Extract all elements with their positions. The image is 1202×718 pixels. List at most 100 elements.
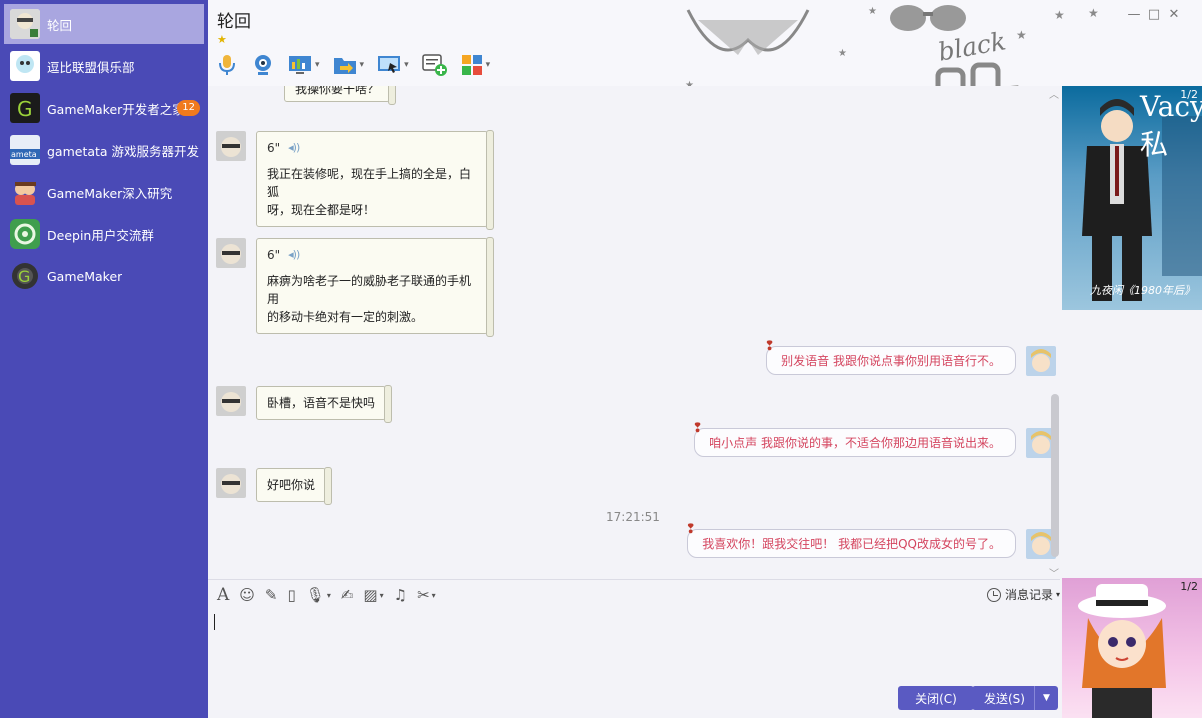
- unread-badge: 12: [177, 100, 200, 116]
- sidebar-item-label: Deepin用户交流群: [47, 227, 154, 243]
- screenshot-button[interactable]: ✂ ▾: [417, 586, 436, 604]
- sidebar-item-label: gametata 游戏服务器开发: [47, 143, 200, 159]
- text-cursor: [214, 614, 215, 630]
- message-list: 我操你要干啥？ 6" ◂)) 我正在装修呢，现在手上搞的全是，白狐 呀，现在全都…: [208, 86, 1064, 580]
- message-text: 的移动卡绝对有一定的刺激。: [267, 310, 424, 324]
- voice-message-bubble[interactable]: 6" ◂)) 麻痹为啥老子一的威胁老子联通的手机用 的移动卡绝对有一定的刺激。: [256, 237, 494, 337]
- voice-message-button[interactable]: 🎙 ▾: [306, 586, 331, 604]
- apps-icon: [461, 55, 482, 75]
- avatar[interactable]: [1026, 346, 1056, 376]
- sidebar-item-gametata[interactable]: ameta gametata 游戏服务器开发: [4, 130, 204, 170]
- message-incoming: 我操你要干啥？: [216, 86, 397, 105]
- send-options-chevron-icon[interactable]: ▼: [1034, 686, 1058, 710]
- message-input[interactable]: [208, 610, 1060, 682]
- chat-title: 轮回: [217, 12, 251, 32]
- send-button[interactable]: 发送(S) ▼: [972, 686, 1058, 710]
- sidebar-item-label: 轮回: [47, 17, 73, 33]
- font-button[interactable]: A: [217, 585, 229, 605]
- emoji-button[interactable]: ☺: [239, 586, 255, 604]
- message-bubble: 我操你要干啥？: [284, 86, 397, 105]
- svg-text:G: G: [18, 267, 30, 286]
- sidebar-item-label: GameMaker: [47, 268, 123, 284]
- scroll-up-icon[interactable]: ︿: [1049, 86, 1059, 101]
- favorite-star-icon[interactable]: ★: [217, 33, 227, 46]
- folder-icon: [333, 58, 356, 74]
- decoration-star-icon: ★: [1088, 6, 1099, 20]
- video-call-button[interactable]: [251, 53, 275, 77]
- sidebar-item-deepin[interactable]: Deepin用户交流群: [4, 214, 204, 254]
- message-bubble[interactable]: ❢ 别发语音 我跟你说点事你别用语音行不。: [764, 339, 1016, 375]
- clock-icon: [986, 587, 1001, 602]
- music-button[interactable]: ♫: [394, 586, 407, 604]
- decoration-star-icon: ★: [1054, 8, 1065, 22]
- avatar: [10, 51, 40, 81]
- avatar[interactable]: [216, 238, 246, 268]
- avatar[interactable]: [216, 386, 246, 416]
- message-text: 我喜欢你！跟我交往吧！ 我都已经把QQ改成女的号了。: [702, 537, 1001, 551]
- message-bubble[interactable]: ❢ 我喜欢你！跟我交往吧！ 我都已经把QQ改成女的号了。: [685, 522, 1016, 558]
- message-outgoing: ❢ 咱小点声 我跟你说的事，不适合你那边用语音说出来。: [692, 421, 1056, 458]
- sidebar-item-label: 逗比联盟俱乐部: [47, 59, 135, 75]
- remote-desktop-button[interactable]: ▾: [377, 54, 409, 76]
- message-text: 卧槽，语音不是快吗: [267, 396, 376, 410]
- avatar: [10, 9, 40, 39]
- sound-wave-icon: ◂)): [288, 248, 300, 261]
- minimize-button[interactable]: —: [1124, 8, 1144, 24]
- sidebar-item-doubi[interactable]: 逗比联盟俱乐部: [4, 46, 204, 86]
- message-bubble[interactable]: 卧槽，语音不是快吗: [256, 385, 393, 423]
- chevron-down-icon: ▾: [431, 590, 436, 600]
- window-controls: — □ ✕: [1124, 8, 1184, 24]
- pin-icon: ❢: [685, 522, 697, 537]
- magazine-card[interactable]: Vacy私 1/2 九夜闲《1980年后》: [1062, 86, 1202, 310]
- new-discussion-button[interactable]: [421, 54, 448, 76]
- svg-text:ameta: ameta: [11, 150, 37, 159]
- sidebar-item-gamemaker[interactable]: G GameMaker: [4, 256, 204, 296]
- message-timestamp: 17:21:51: [606, 510, 660, 524]
- shake-button[interactable]: ✎: [265, 586, 278, 604]
- message-history-button[interactable]: 消息记录 ▾: [986, 586, 1060, 603]
- avatar: ameta: [10, 135, 40, 165]
- camera-icon: [255, 55, 271, 75]
- message-bubble[interactable]: ❢ 咱小点声 我跟你说的事，不适合你那边用语音说出来。: [692, 421, 1016, 457]
- frame-icon: ▯: [287, 586, 296, 604]
- image-button[interactable]: ▨ ▾: [363, 586, 383, 604]
- screen-share-button[interactable]: ▾: [288, 54, 320, 76]
- decoration-star-icon: ★: [1016, 28, 1027, 42]
- apps-button[interactable]: ▾: [461, 54, 491, 76]
- avatar: G: [10, 261, 40, 291]
- avatar[interactable]: [216, 131, 246, 161]
- history-label: 消息记录: [1004, 588, 1053, 602]
- scrollbar-thumb[interactable]: [1051, 394, 1059, 557]
- message-bubble[interactable]: 好吧你说: [256, 467, 333, 505]
- edit-button[interactable]: ✍: [341, 586, 354, 604]
- close-window-button[interactable]: ✕: [1164, 8, 1184, 24]
- maximize-button[interactable]: □: [1144, 8, 1164, 24]
- sound-wave-icon: ◂)): [288, 141, 300, 154]
- message-incoming: 卧槽，语音不是快吗: [216, 385, 393, 423]
- send-label: 发送(S): [984, 691, 1025, 706]
- scroll-down-icon[interactable]: ﹀: [1049, 565, 1059, 580]
- close-button[interactable]: 关闭(C): [898, 686, 974, 710]
- sidebar-item-gamemaker-dev[interactable]: G GameMaker开发者之家 12: [4, 88, 204, 128]
- pin-icon: ❢: [764, 339, 776, 354]
- card-pager: 1/2: [1180, 88, 1198, 101]
- decoration-lingerie-icon: [686, 9, 810, 55]
- message-text: 好吧你说: [267, 478, 316, 492]
- screenshot-frame-button[interactable]: ▯: [288, 586, 296, 604]
- voice-duration: 6" ◂)): [267, 246, 477, 264]
- input-toolbar: A ☺ ✎ ▯ 🎙 ▾ ✍ ▨ ▾ ♫ ✂ ▾ 消息记录 ▾: [208, 580, 1060, 610]
- chevron-down-icon: ▾: [485, 60, 491, 70]
- remote-desktop-icon: [378, 56, 401, 73]
- file-transfer-button[interactable]: ▾: [333, 54, 364, 76]
- conversation-sidebar: 轮回 逗比联盟俱乐部 G GameMaker开发者之家 12 ameta gam…: [0, 0, 208, 718]
- image-icon: ▨: [363, 586, 378, 604]
- voice-call-button[interactable]: [216, 53, 238, 77]
- avatar-show-card[interactable]: 1/2: [1062, 578, 1202, 718]
- message-text: 麻痹为啥老子一的威胁老子联通的手机用: [267, 274, 472, 306]
- sidebar-item-lunhui[interactable]: 轮回: [4, 4, 204, 44]
- voice-message-bubble[interactable]: 6" ◂)) 我正在装修呢，现在手上搞的全是，白狐 呀，现在全都是呀！: [256, 130, 494, 230]
- chevron-down-icon: ▾: [379, 590, 384, 600]
- smiley-icon: ☺: [239, 586, 255, 604]
- sidebar-item-gamemaker-research[interactable]: GameMaker深入研究: [4, 172, 204, 212]
- avatar[interactable]: [216, 468, 246, 498]
